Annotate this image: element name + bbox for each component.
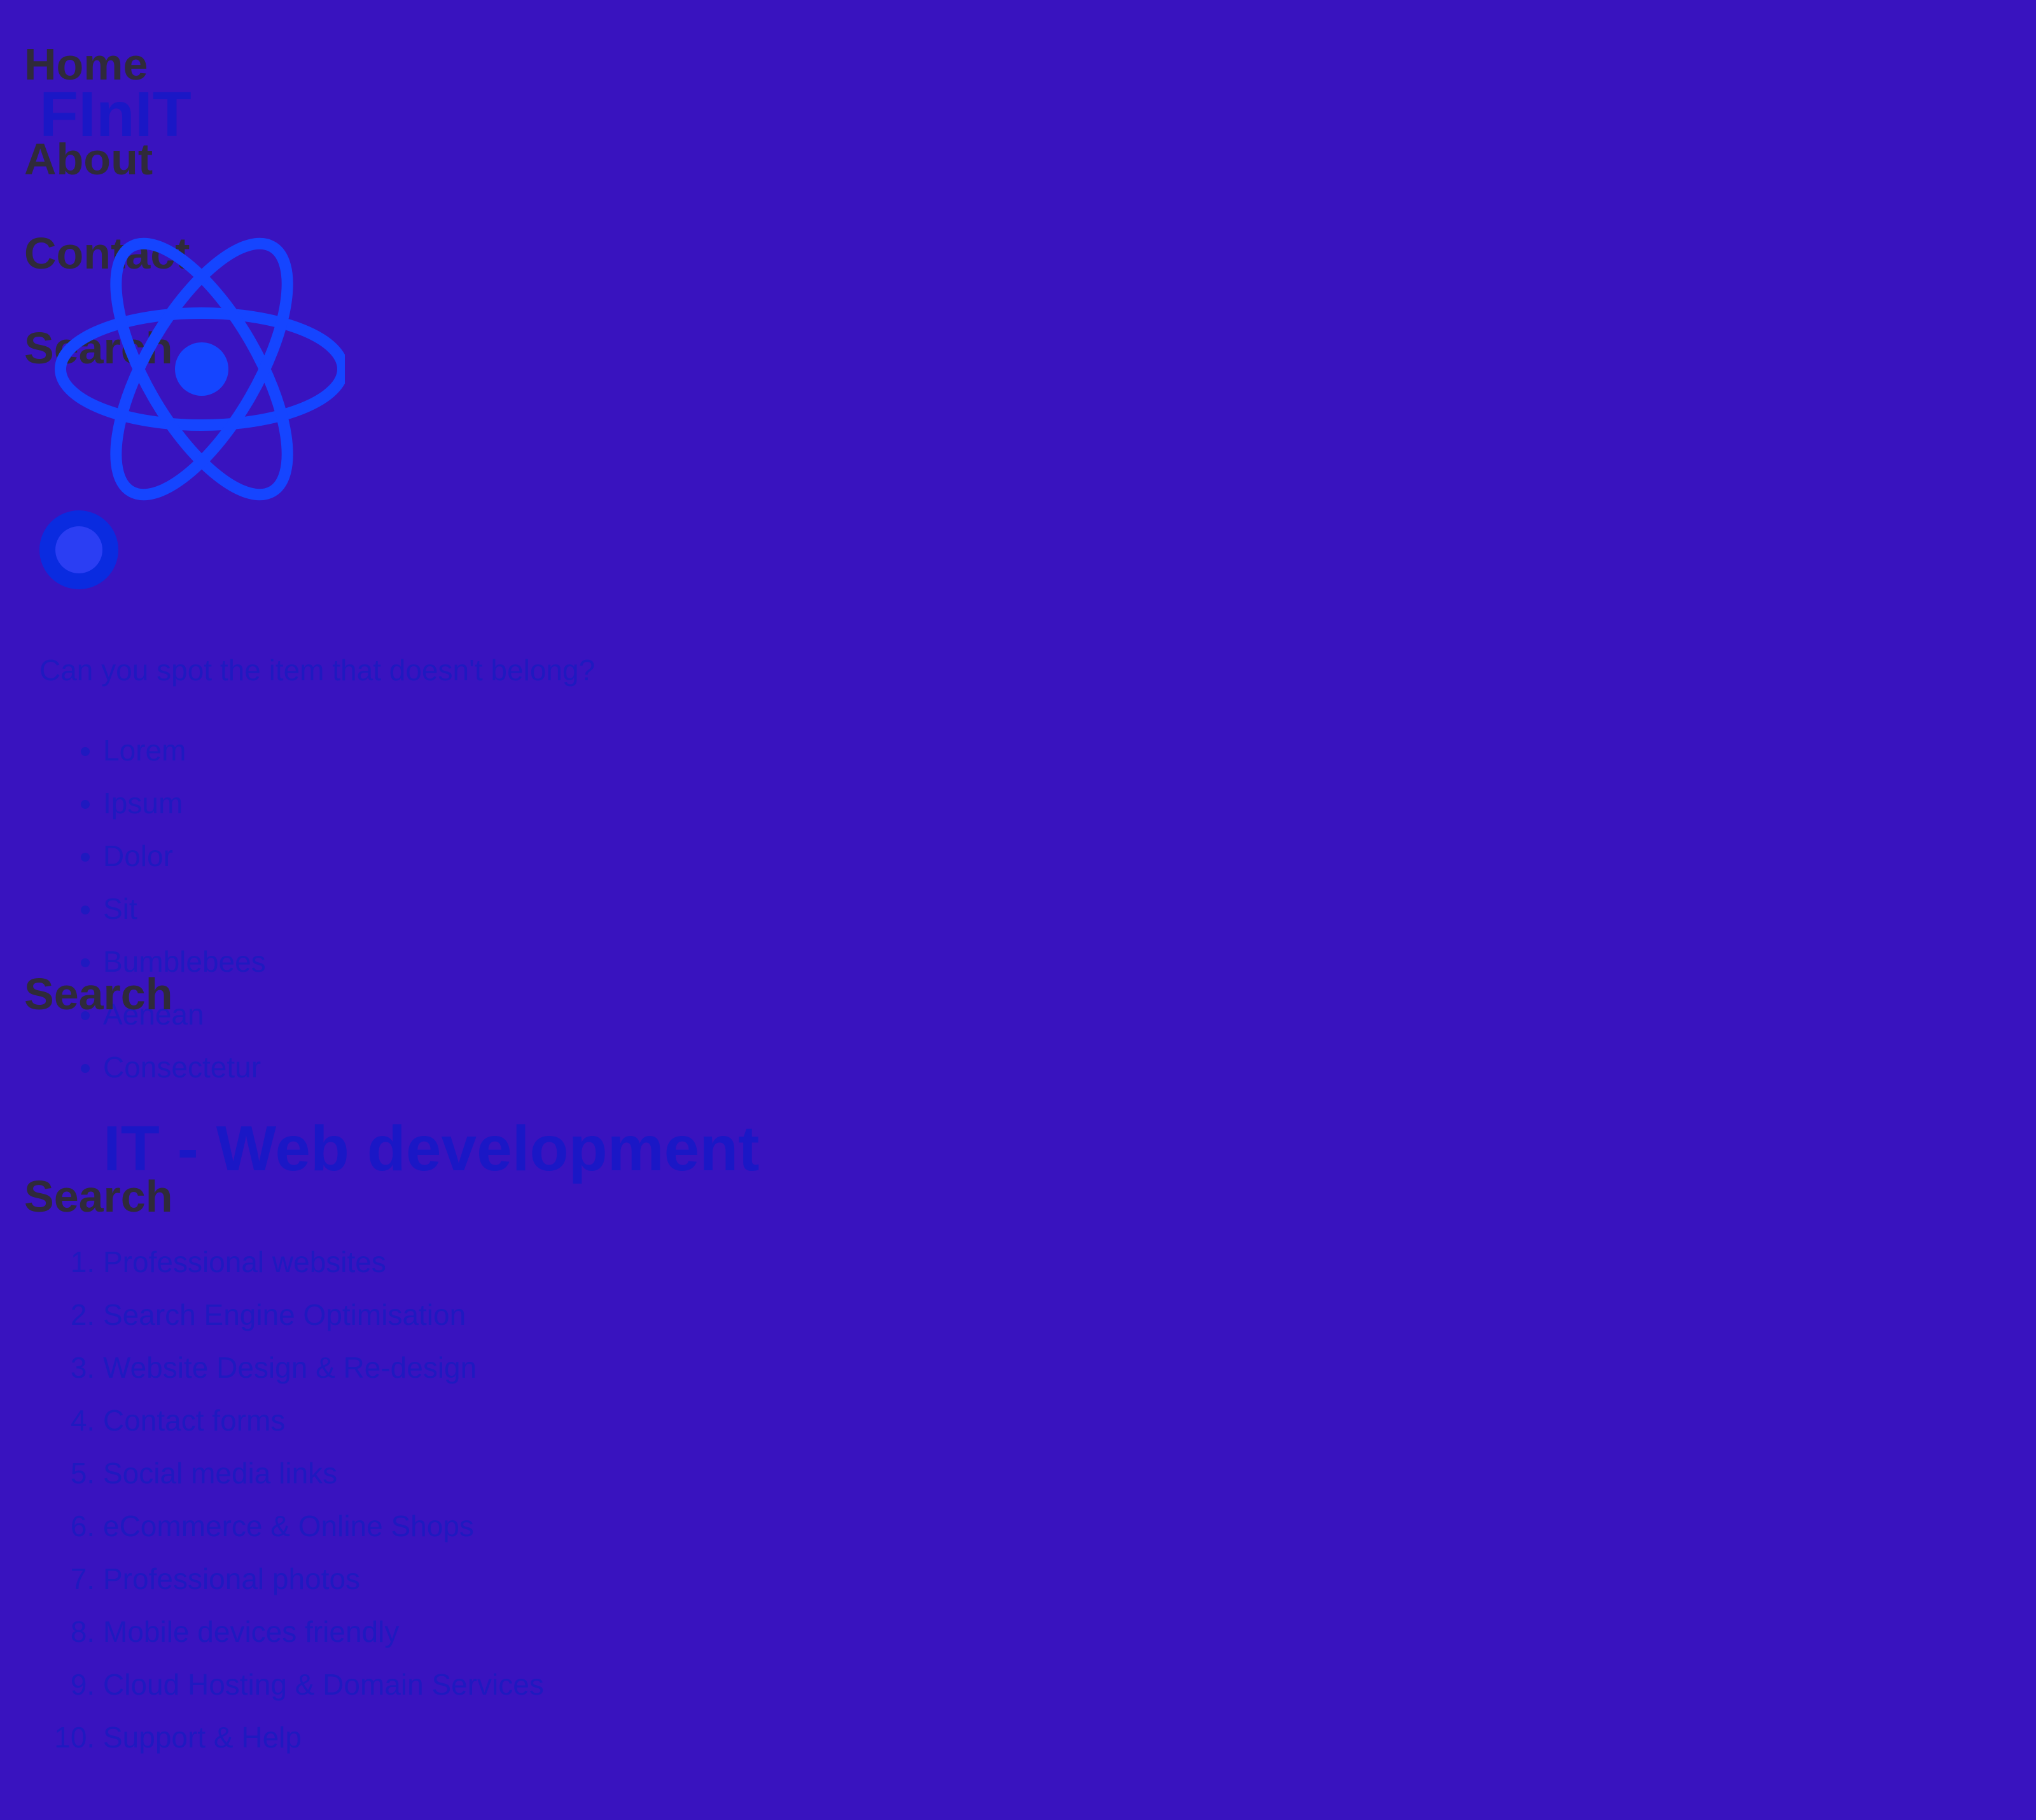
list-item: Dolor xyxy=(103,830,266,883)
search-link[interactable]: Search xyxy=(24,1174,172,1219)
services-list: Professional websites Search Engine Opti… xyxy=(39,1236,544,1764)
service-item: Cloud Hosting & Domain Services xyxy=(103,1658,544,1711)
service-item: Website Design & Re-design xyxy=(103,1341,544,1394)
service-item: Social media links xyxy=(103,1447,544,1500)
circle-icon xyxy=(39,510,118,589)
service-item: Professional photos xyxy=(103,1553,544,1606)
services-heading: IT - Web development xyxy=(103,1113,760,1184)
question-text: Can you spot the item that doesn't belon… xyxy=(39,654,596,687)
service-item: Mobile devices friendly xyxy=(103,1606,544,1658)
list-item: Ipsum xyxy=(103,777,266,830)
service-item: Professional websites xyxy=(103,1236,544,1289)
list-item: Consectetur xyxy=(103,1041,266,1094)
service-item: Search Engine Optimisation xyxy=(103,1289,544,1341)
service-item: Support & Help xyxy=(103,1711,544,1764)
service-item: Contact forms xyxy=(103,1394,544,1447)
odd-item-list: Lorem Ipsum Dolor Sit Bumblebees Aenean … xyxy=(39,724,266,1094)
atom-icon xyxy=(55,237,345,501)
list-item: Lorem xyxy=(103,724,266,777)
search-link[interactable]: Search xyxy=(24,972,172,1016)
circle-icon-inner xyxy=(55,526,102,573)
list-item: Sit xyxy=(103,883,266,935)
service-item: eCommerce & Online Shops xyxy=(103,1500,544,1553)
brand-title: FInIT xyxy=(39,79,192,150)
